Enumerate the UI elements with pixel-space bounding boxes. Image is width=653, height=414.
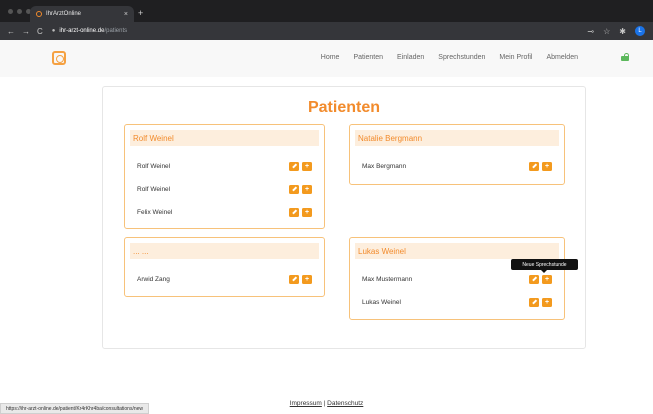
card-header: ... ... xyxy=(130,243,319,259)
patient-row: Rolf Weinel xyxy=(137,184,312,194)
add-consultation-button[interactable] xyxy=(542,274,552,284)
add-consultation-button[interactable] xyxy=(302,184,312,194)
patient-row: Lukas Weinel xyxy=(362,297,552,307)
nav-mein-profil[interactable]: Mein Profil xyxy=(499,54,532,61)
favicon-icon xyxy=(36,11,42,17)
patient-row: Felix Weinel xyxy=(137,207,312,217)
nav-sprechstunden[interactable]: Sprechstunden xyxy=(438,54,485,61)
window-controls[interactable] xyxy=(8,9,31,14)
add-consultation-button[interactable] xyxy=(542,161,552,171)
add-consultation-button[interactable] xyxy=(302,161,312,171)
url-host: ihr-arzt-online.de xyxy=(59,28,105,34)
forward-icon[interactable]: → xyxy=(22,27,30,36)
patient-name: Lukas Weinel xyxy=(362,298,401,306)
patient-name: Max Bergmann xyxy=(362,162,407,170)
card-header: Rolf Weinel xyxy=(130,130,319,146)
add-consultation-button[interactable] xyxy=(302,274,312,284)
patient-row: Rolf Weinel xyxy=(137,161,312,171)
card-header: Natalie Bergmann xyxy=(355,130,559,146)
edit-button[interactable] xyxy=(289,274,299,284)
unlock-icon[interactable] xyxy=(621,53,629,61)
add-consultation-button[interactable] xyxy=(542,297,552,307)
patient-name: Arwid Zang xyxy=(137,275,170,283)
patient-group-card: ... ... Arwid Zang xyxy=(124,237,325,297)
patient-row: Max Bergmann xyxy=(362,161,552,171)
nav-links: Home Patienten Einladen Sprechstunden Me… xyxy=(321,54,578,61)
edit-button[interactable] xyxy=(289,161,299,171)
browser-toolbar: ← → C ● ihr-arzt-online.de /patients ⊸ ☆… xyxy=(0,22,653,40)
key-icon[interactable]: ⊸ xyxy=(587,27,594,36)
edit-button[interactable] xyxy=(289,184,299,194)
page-title: Patienten xyxy=(307,99,380,116)
patient-group-card: Lukas Weinel Max Mustermann Lukas Weinel xyxy=(349,237,565,320)
tab-title: IhrArztOnline xyxy=(46,11,82,17)
edit-button[interactable] xyxy=(529,161,539,171)
impressum-link[interactable]: Impressum xyxy=(290,400,322,407)
browser-tab[interactable]: IhrArztOnline × xyxy=(30,6,134,22)
patient-name: Felix Weinel xyxy=(137,208,173,216)
edit-button[interactable] xyxy=(289,207,299,217)
profile-avatar[interactable]: L xyxy=(635,26,645,36)
extensions-icon[interactable]: ✱ xyxy=(619,27,626,36)
patient-name: Max Mustermann xyxy=(362,275,413,283)
nav-home[interactable]: Home xyxy=(321,54,340,61)
patient-row: Max Mustermann xyxy=(362,274,552,284)
patient-group-card: Natalie Bergmann Max Bergmann xyxy=(349,124,565,185)
star-icon[interactable]: ☆ xyxy=(603,27,610,36)
address-bar[interactable]: ● ihr-arzt-online.de /patients xyxy=(52,28,127,34)
patient-group-card: Rolf Weinel Rolf Weinel Rolf Weinel Feli… xyxy=(124,124,325,229)
browser-status-bar: https://ihr-arzt-online.de/patient/Kr4rK… xyxy=(0,403,150,414)
nav-patienten[interactable]: Patienten xyxy=(353,54,383,61)
edit-button[interactable] xyxy=(529,274,539,284)
browser-actions: ⊸ ☆ ✱ L xyxy=(587,26,645,36)
card-header: Lukas Weinel xyxy=(355,243,559,259)
patient-row: Arwid Zang xyxy=(137,274,312,284)
patient-name: Rolf Weinel xyxy=(137,185,171,193)
logo-icon[interactable] xyxy=(52,51,66,65)
add-consultation-button[interactable] xyxy=(302,207,312,217)
lock-icon: ● xyxy=(51,28,56,34)
close-tab-icon[interactable]: × xyxy=(124,11,128,18)
patient-name: Rolf Weinel xyxy=(137,162,171,170)
browser-tab-bar: IhrArztOnline × + xyxy=(0,0,653,22)
new-tab-button[interactable]: + xyxy=(138,8,143,18)
app-navbar: Home Patienten Einladen Sprechstunden Me… xyxy=(0,40,653,77)
reload-icon[interactable]: C xyxy=(37,27,43,36)
datenschutz-link[interactable]: Datenschutz xyxy=(327,400,363,407)
footer-separator: | xyxy=(323,400,326,407)
nav-abmelden[interactable]: Abmelden xyxy=(546,54,578,61)
tooltip: Neue Sprechstunde xyxy=(511,259,578,273)
edit-button[interactable] xyxy=(529,297,539,307)
nav-einladen[interactable]: Einladen xyxy=(397,54,424,61)
back-icon[interactable]: ← xyxy=(7,27,15,36)
url-path: /patients xyxy=(104,28,128,34)
